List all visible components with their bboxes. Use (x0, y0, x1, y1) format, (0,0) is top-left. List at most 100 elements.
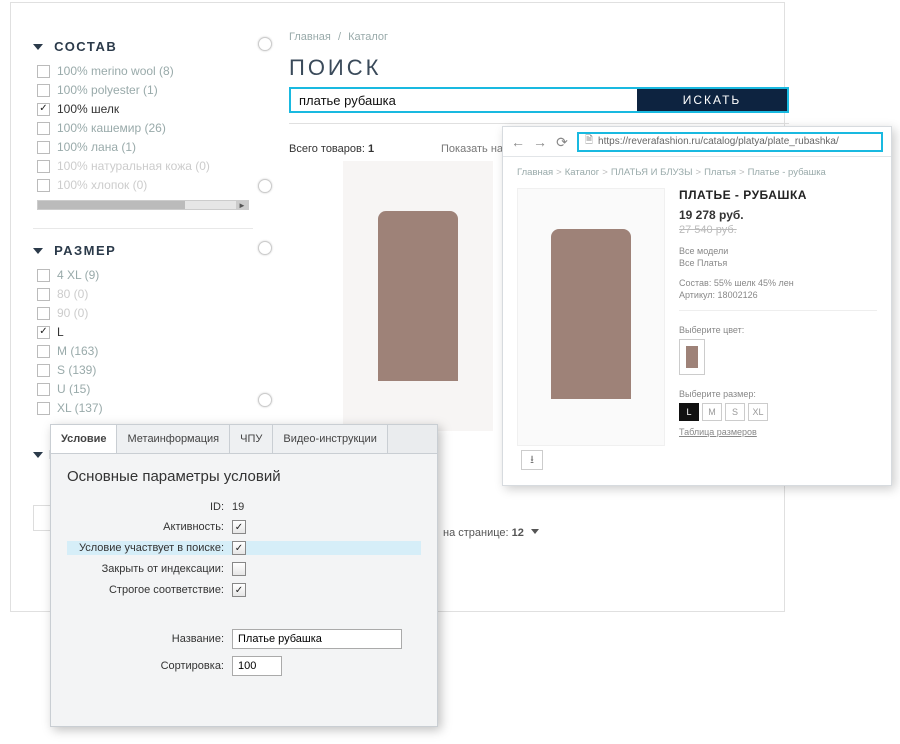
per-page-label: на странице: (443, 527, 509, 539)
results-per-page-bottom[interactable]: на странице: 12 (443, 527, 539, 539)
tab-2[interactable]: ЧПУ (230, 425, 273, 453)
breadcrumb-sep: > (696, 167, 702, 178)
tab-1[interactable]: Метаинформация (117, 425, 230, 453)
size-option[interactable]: L (679, 403, 699, 421)
breadcrumb-segment[interactable]: Главная (517, 167, 553, 178)
download-icon[interactable]: ⭳ (521, 450, 543, 470)
filter-item-label: 90 (0) (57, 306, 88, 320)
divider (33, 228, 253, 229)
label-active: Активность: (67, 521, 232, 533)
checkbox-icon[interactable] (37, 307, 50, 320)
breadcrumb-home[interactable]: Главная (289, 31, 331, 43)
tab-0[interactable]: Условие (51, 425, 117, 453)
checkbox-icon[interactable] (37, 345, 50, 358)
filter-item[interactable]: 100% шелк (37, 102, 253, 116)
input-name[interactable] (232, 629, 402, 649)
results-total-value: 1 (368, 143, 374, 155)
reload-icon[interactable]: ⟳ (555, 135, 569, 149)
checkbox-icon[interactable] (37, 84, 50, 97)
checkbox-in-search[interactable] (232, 541, 246, 555)
checkbox-icon[interactable] (37, 141, 50, 154)
size-option[interactable]: XL (748, 403, 768, 421)
color-swatch[interactable] (679, 339, 705, 375)
caret-down-icon (33, 248, 43, 254)
filter-item[interactable]: L (37, 325, 253, 339)
checkbox-icon[interactable] (37, 269, 50, 282)
filter-item[interactable]: XL (137) (37, 401, 253, 415)
filter-group-razmer: РАЗМЕР 4 XL (9) 80 (0) 90 (0) L M (163) S (13… (33, 243, 253, 415)
filter-item[interactable]: 4 XL (9) (37, 268, 253, 282)
filter-item[interactable]: 100% лана (1) (37, 140, 253, 154)
horizontal-scrollbar[interactable]: ◄ ► (37, 200, 249, 210)
filter-item[interactable]: U (15) (37, 382, 253, 396)
checkbox-icon[interactable] (37, 288, 50, 301)
filter-item[interactable]: S (139) (37, 363, 253, 377)
browser-panel: ← → ⟳ 🗎 https://reverafashion.ru/catalog… (502, 126, 892, 486)
product-detail-image[interactable] (517, 188, 665, 446)
size-table-link[interactable]: Таблица размеров (679, 427, 757, 437)
filter-item-label: U (15) (57, 382, 90, 396)
checkbox-noindex[interactable] (232, 562, 246, 576)
filter-item-label: 100% лана (1) (57, 140, 136, 154)
link-all-dresses[interactable]: Все Платья (679, 258, 877, 268)
range-slider-sostav (263, 39, 267, 189)
product-info: ПЛАТЬЕ - РУБАШКА 19 278 руб. 27 540 руб.… (679, 188, 877, 446)
breadcrumb-sep: > (556, 167, 562, 178)
forward-icon[interactable]: → (533, 135, 547, 149)
search-button[interactable]: ИСКАТЬ (637, 89, 787, 111)
input-sort[interactable] (232, 656, 282, 676)
range-knob-bottom[interactable] (258, 179, 272, 193)
size-option[interactable]: S (725, 403, 745, 421)
filter-title-sostav[interactable]: СОСТАВ (33, 39, 253, 54)
label-strict: Строгое соответствие: (67, 584, 232, 596)
breadcrumb-sep: / (338, 31, 341, 43)
filter-item[interactable]: 100% merino wool (8) (37, 64, 253, 78)
search-input[interactable] (291, 89, 637, 111)
breadcrumb-catalog[interactable]: Каталог (348, 31, 388, 43)
url-bar[interactable]: 🗎 https://reverafashion.ru/catalog/platy… (577, 132, 883, 152)
range-knob-top[interactable] (258, 241, 272, 255)
page-title: ПОИСК (289, 55, 381, 81)
product-breadcrumb: Главная>Каталог>ПЛАТЬЯ И БЛУЗЫ>Платья>Пл… (517, 167, 877, 178)
filter-title-razmer[interactable]: РАЗМЕР (33, 243, 253, 258)
filter-item[interactable]: M (163) (37, 344, 253, 358)
checkbox-icon[interactable] (37, 383, 50, 396)
filter-item[interactable]: 100% polyester (1) (37, 83, 253, 97)
range-knob-top[interactable] (258, 37, 272, 51)
per-page-value: 12 (512, 527, 524, 539)
filter-item-label: S (139) (57, 363, 96, 377)
checkbox-strict[interactable] (232, 583, 246, 597)
breadcrumb-segment[interactable]: Платья (704, 167, 736, 178)
product-image[interactable] (343, 161, 493, 431)
filter-item[interactable]: 100% хлопок (0) (37, 178, 253, 192)
link-all-models[interactable]: Все модели (679, 246, 877, 256)
checkbox-icon[interactable] (37, 402, 50, 415)
filter-item[interactable]: 100% кашемир (26) (37, 121, 253, 135)
back-icon[interactable]: ← (511, 135, 525, 149)
range-knob-bottom[interactable] (258, 393, 272, 407)
admin-tabs: УсловиеМетаинформацияЧПУВидео-инструкции (51, 425, 437, 454)
scroll-thumb[interactable] (38, 201, 185, 209)
scroll-right-icon[interactable]: ► (236, 201, 248, 209)
breadcrumb-segment[interactable]: ПЛАТЬЯ И БЛУЗЫ (611, 167, 693, 178)
product-old-price: 27 540 руб. (679, 224, 877, 236)
dress-placeholder-icon (378, 211, 458, 381)
breadcrumb-segment[interactable]: Платье - рубашка (748, 167, 826, 178)
filter-item[interactable]: 80 (0) (37, 287, 253, 301)
filter-item[interactable]: 100% натуральная кожа (0) (37, 159, 253, 173)
tab-3[interactable]: Видео-инструкции (273, 425, 387, 453)
checkbox-icon[interactable] (37, 326, 50, 339)
checkbox-icon[interactable] (37, 364, 50, 377)
checkbox-icon[interactable] (37, 122, 50, 135)
row-noindex: Закрыть от индексации: (67, 562, 421, 576)
checkbox-icon[interactable] (37, 160, 50, 173)
row-in-search: Условие участвует в поиске: (67, 541, 421, 555)
filter-item-label: 100% шелк (57, 102, 119, 116)
checkbox-active[interactable] (232, 520, 246, 534)
checkbox-icon[interactable] (37, 65, 50, 78)
size-option[interactable]: M (702, 403, 722, 421)
checkbox-icon[interactable] (37, 179, 50, 192)
checkbox-icon[interactable] (37, 103, 50, 116)
breadcrumb-segment[interactable]: Каталог (565, 167, 600, 178)
filter-item[interactable]: 90 (0) (37, 306, 253, 320)
